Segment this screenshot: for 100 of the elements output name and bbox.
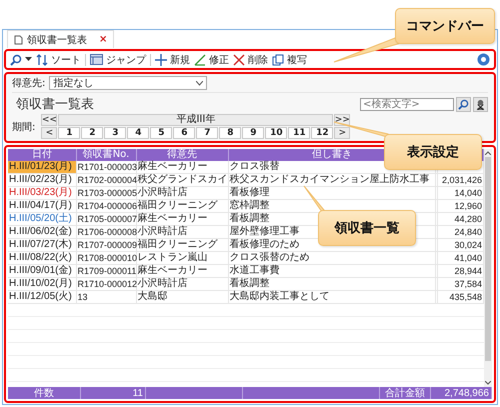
- filter-label: 得意先:: [12, 76, 46, 90]
- table-cell: R1708-000010: [76, 252, 136, 264]
- month-button[interactable]: 2: [81, 127, 104, 139]
- amount-cell: 30,024: [454, 240, 482, 250]
- toolbar-button[interactable]: 新規: [155, 52, 190, 66]
- next-button[interactable]: >: [334, 127, 350, 139]
- search-icon: [10, 54, 22, 66]
- toolbar-button[interactable]: 削除: [233, 52, 268, 66]
- search-icon: [458, 99, 469, 110]
- table-cell: 看板調整: [228, 278, 436, 290]
- date-cell[interactable]: H.III/05/20(土): [8, 212, 76, 226]
- callout-tooltip: コマンドバー: [395, 8, 495, 44]
- month-button[interactable]: 11: [288, 127, 310, 139]
- amount-cell: 24,840: [454, 227, 482, 237]
- table-cell: 麻生ベーカリー: [136, 161, 228, 174]
- table-cell: R1705-000007: [76, 212, 136, 226]
- table-cell: R1703-000005: [76, 186, 136, 200]
- tab-title: 領収書一覧表: [27, 34, 87, 46]
- date-cell[interactable]: H.III/01/23(月): [8, 161, 76, 174]
- scroll-down-icon[interactable]: [485, 381, 491, 385]
- callout-tooltip: 表示設定: [384, 134, 482, 170]
- scrollbar[interactable]: [484, 149, 492, 387]
- amount-cell: 12,960: [454, 201, 482, 211]
- document-icon: [14, 34, 23, 44]
- total-value: 2,748,966: [431, 387, 492, 399]
- client-dropdown[interactable]: 指定なし: [49, 76, 208, 90]
- month-button[interactable]: 6: [173, 127, 196, 139]
- table-cell: 麻生ベーカリー: [136, 264, 228, 278]
- first-button[interactable]: <<: [41, 114, 58, 126]
- plus-icon: [155, 54, 167, 66]
- search-button[interactable]: [10, 54, 32, 66]
- amount-cell: 44,280: [454, 214, 482, 224]
- date-cell[interactable]: H.III/04/17(月): [8, 200, 76, 212]
- table-cell: 秩父グランドスカイ: [136, 174, 228, 186]
- month-button[interactable]: 12: [311, 127, 334, 139]
- grid-icon: [90, 54, 103, 65]
- page-title: 領収書一覧表: [16, 97, 94, 112]
- settings-icon[interactable]: [477, 53, 490, 66]
- date-cell[interactable]: H.III/07/27(木): [8, 238, 76, 252]
- month-button[interactable]: 7: [196, 127, 218, 139]
- table-cell: R1709-000011: [76, 264, 136, 278]
- pencil-icon: [194, 54, 206, 66]
- month-button[interactable]: 3: [104, 127, 126, 139]
- table-cell: 秩父スカンドスカイマンション屋上防水工事: [228, 174, 436, 186]
- table-cell: R1702-000004: [76, 174, 136, 186]
- table-cell: クロス張替のため: [228, 252, 436, 264]
- amount-cell: 28,944: [454, 266, 482, 276]
- person-cross-icon: [475, 99, 486, 110]
- table-cell: R1710-000012: [76, 278, 136, 290]
- table-cell: 小沢時計店: [136, 278, 228, 290]
- table-cell: 福田クリーニング: [136, 200, 228, 212]
- count-label: 件数: [8, 387, 81, 399]
- table-cell: レストラン嵐山: [136, 252, 228, 264]
- chevron-icon: [196, 80, 204, 86]
- date-cell[interactable]: H.III/06/02(金): [8, 226, 76, 238]
- toolbar-button[interactable]: ソート: [36, 52, 81, 66]
- table-cell: R1707-000009: [76, 238, 136, 252]
- month-button[interactable]: 9: [242, 127, 264, 139]
- month-button[interactable]: 8: [219, 127, 242, 139]
- date-cell[interactable]: H.III/09/01(金): [8, 264, 76, 278]
- column-header[interactable]: 得意先: [136, 149, 228, 161]
- amount-cell: 435,548: [449, 292, 482, 302]
- date-cell[interactable]: H.III/08/22(火): [8, 252, 76, 264]
- amount-cell: 2,031,426: [442, 175, 482, 185]
- clear-search-button[interactable]: [473, 97, 488, 112]
- caret-icon: [25, 57, 32, 62]
- toolbar-button[interactable]: 修正: [194, 52, 229, 66]
- year-label: 平成III年: [58, 114, 334, 126]
- table-cell: 小沢時計店: [136, 226, 228, 238]
- table-cell: 水道工事費: [228, 264, 436, 278]
- table-cell: 小沢時計店: [136, 186, 228, 200]
- total-label: 合計金額: [380, 387, 431, 399]
- month-button[interactable]: 10: [265, 127, 288, 139]
- delete-icon: [233, 54, 245, 66]
- amount-cell: 14,040: [454, 188, 482, 198]
- previous-button[interactable]: <: [41, 127, 58, 139]
- amount-cell: 37,584: [454, 279, 482, 289]
- count-value: 11: [81, 387, 146, 399]
- document-tab[interactable]: 領収書一覧表 ×: [7, 30, 114, 48]
- date-cell[interactable]: H.III/03/23(月): [8, 186, 76, 200]
- month-button[interactable]: 4: [127, 127, 150, 139]
- date-cell[interactable]: H.III/02/23(月): [8, 174, 76, 186]
- period-label: 期間:: [12, 120, 36, 134]
- table-cell: 麻生ベーカリー: [136, 212, 228, 226]
- scroll-up-icon[interactable]: [485, 151, 491, 155]
- close-button[interactable]: ×: [99, 34, 108, 45]
- toolbar-button[interactable]: 複写: [272, 52, 307, 66]
- table-cell: R1701-000003: [76, 161, 136, 174]
- month-button[interactable]: 1: [58, 127, 80, 139]
- month-button[interactable]: 5: [150, 127, 172, 139]
- callout-tooltip: 領収書一覧: [318, 210, 416, 246]
- date-cell[interactable]: H.III/10/02(月): [8, 278, 76, 290]
- sort-icon: [36, 54, 48, 66]
- amount-cell: 41,040: [454, 253, 482, 263]
- table-cell: R1704-000006: [76, 200, 136, 212]
- copy-icon: [272, 54, 284, 66]
- table-cell: R1706-000008: [76, 226, 136, 238]
- column-header[interactable]: 領収書No.: [76, 149, 136, 161]
- column-header[interactable]: 日付: [8, 149, 76, 161]
- toolbar-button[interactable]: ジャンプ: [90, 52, 146, 66]
